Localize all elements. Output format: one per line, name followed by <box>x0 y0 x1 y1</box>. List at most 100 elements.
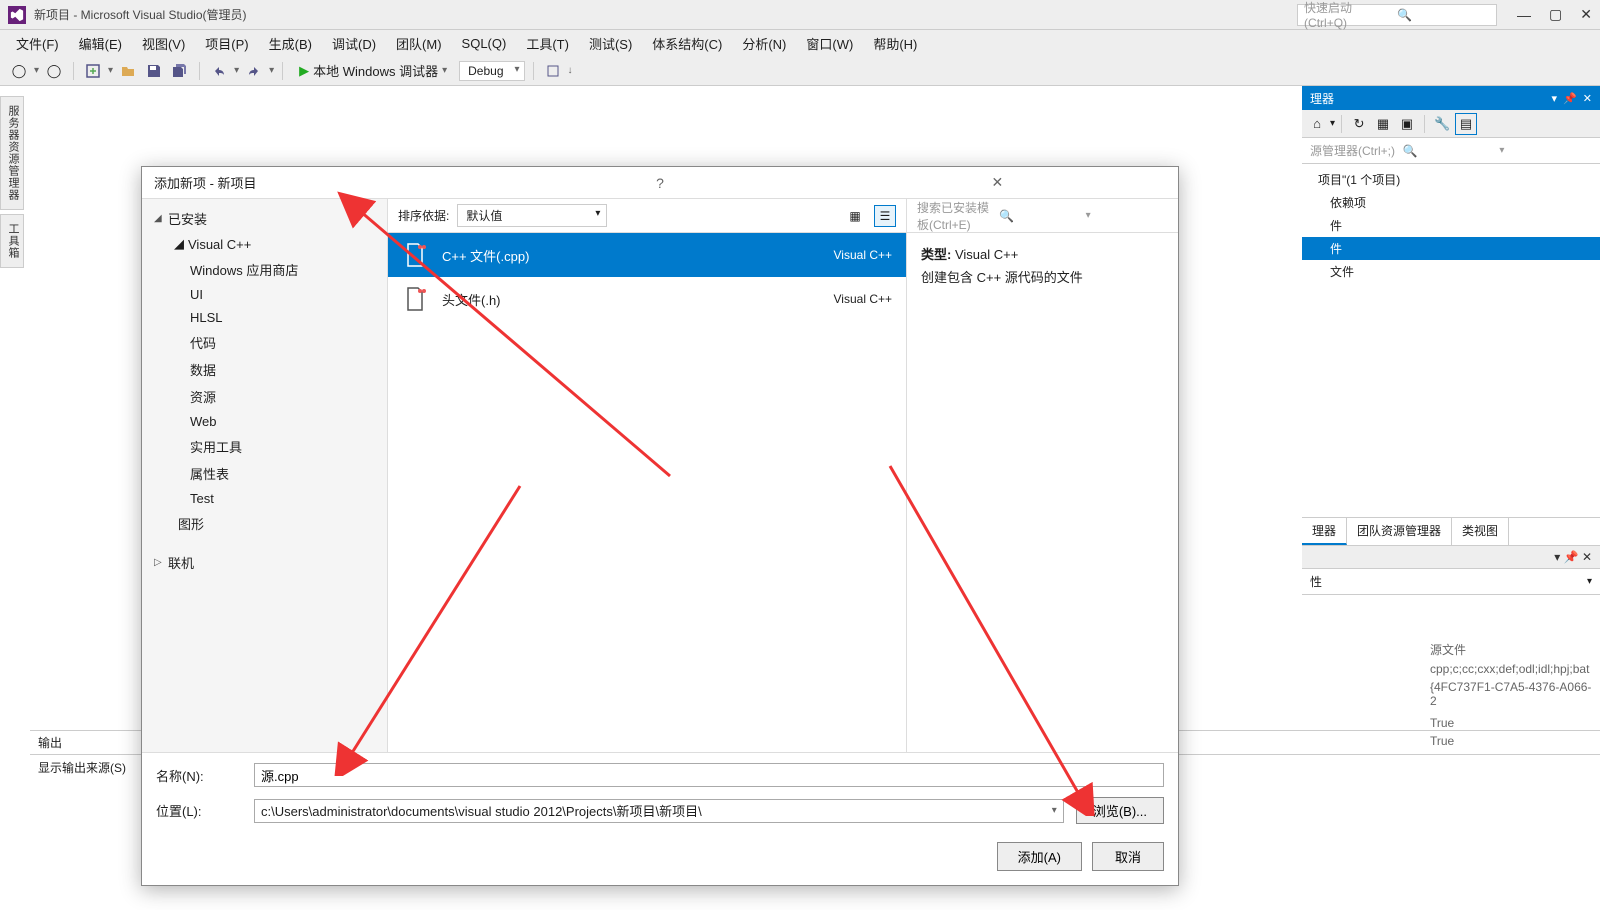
property-row: cpp;c;cc;cxx;def;odl;idl;hpj;bat <box>1302 660 1600 678</box>
minimize-icon[interactable]: — <box>1517 7 1531 23</box>
template-item[interactable]: C++ 文件(.cpp)Visual C++ <box>388 233 906 277</box>
redo-icon[interactable] <box>243 60 265 82</box>
wrench-icon[interactable]: 🔧 <box>1431 113 1453 135</box>
nav-fwd-icon[interactable]: ◯ <box>43 60 65 82</box>
category-item[interactable]: 代码 <box>142 329 387 356</box>
category-item[interactable]: HLSL <box>142 306 387 329</box>
view-small-icons-icon[interactable]: ▦ <box>844 205 866 227</box>
new-project-icon[interactable] <box>82 60 104 82</box>
menu-item[interactable]: SQL(Q) <box>454 34 515 53</box>
save-all-icon[interactable] <box>169 60 191 82</box>
template-info: 类型: Visual C++ 创建包含 C++ 源代码的文件 <box>907 233 1178 300</box>
pin-icon[interactable]: 📌 <box>1563 92 1577 105</box>
close-panel-icon[interactable]: ✕ <box>1583 92 1592 105</box>
panel-tab[interactable]: 类视图 <box>1452 518 1509 545</box>
category-item[interactable]: 属性表 <box>142 460 387 487</box>
solution-search-input[interactable]: 源管理器(Ctrl+;) 🔍 ▾ <box>1302 138 1600 164</box>
panel-tab[interactable]: 理器 <box>1302 518 1347 545</box>
panel-tab[interactable]: 团队资源管理器 <box>1347 518 1452 545</box>
open-icon[interactable] <box>117 60 139 82</box>
close-panel-icon[interactable]: ✕ <box>1582 550 1592 564</box>
tree-item[interactable]: 件 <box>1302 214 1600 237</box>
category-item[interactable]: Test <box>142 487 387 510</box>
location-combo[interactable]: c:\Users\administrator\documents\visual … <box>254 799 1064 823</box>
menu-item[interactable]: 窗口(W) <box>798 32 861 55</box>
dialog-sort-bar: 排序依据: 默认值 ▦ ☰ <box>388 199 906 233</box>
search-icon: 🔍 <box>1403 144 1496 158</box>
save-icon[interactable] <box>143 60 165 82</box>
dropdown-icon[interactable]: ▾ <box>1552 92 1558 105</box>
config-dropdown[interactable]: Debug <box>459 61 524 81</box>
quick-launch-input[interactable]: 快速启动 (Ctrl+Q) 🔍 <box>1297 4 1497 26</box>
category-item[interactable]: Web <box>142 410 387 433</box>
collapse-icon[interactable]: ▣ <box>1396 113 1418 135</box>
sort-dropdown[interactable]: 默认值 <box>457 204 607 227</box>
property-row: {4FC737F1-C7A5-4376-A066-2 <box>1302 678 1600 710</box>
file-icon <box>402 242 428 268</box>
titlebar: 新项目 - Microsoft Visual Studio(管理员) 快速启动 … <box>0 0 1600 30</box>
menu-item[interactable]: 文件(F) <box>8 32 67 55</box>
category-item[interactable]: Windows 应用商店 <box>142 256 387 283</box>
property-row: True <box>1302 714 1600 732</box>
properties-subheader: 性 ▾ <box>1302 569 1600 595</box>
menu-item[interactable]: 团队(M) <box>388 32 450 55</box>
search-icon: 🔍 <box>999 209 1081 223</box>
menu-item[interactable]: 编辑(E) <box>71 32 130 55</box>
search-icon: 🔍 <box>1397 8 1490 22</box>
menu-item[interactable]: 调试(D) <box>324 32 384 55</box>
browse-button[interactable]: 浏览(B)... <box>1076 797 1164 824</box>
dropdown-icon[interactable]: ▾ <box>1554 550 1560 564</box>
dialog-center: 排序依据: 默认值 ▦ ☰ C++ 文件(.cpp)Visual C++头文件(… <box>388 199 906 752</box>
category-item[interactable]: UI <box>142 283 387 306</box>
pin-icon[interactable]: 📌 <box>1564 550 1579 564</box>
menubar: 文件(F)编辑(E)视图(V)项目(P)生成(B)调试(D)团队(M)SQL(Q… <box>0 30 1600 56</box>
template-item[interactable]: 头文件(.h)Visual C++ <box>388 277 906 321</box>
tree-item[interactable]: 依赖项 <box>1302 191 1600 214</box>
solution-tree: 项目"(1 个项目) 依赖项件件文件 <box>1302 164 1600 287</box>
properties-panel: ▾ 📌 ✕ 性 ▾ 源文件cpp;c;cc;cxx;def;odl;idl;hp… <box>1302 545 1600 754</box>
solution-explorer-header: 理器 ▾ 📌 ✕ <box>1302 86 1600 110</box>
show-all-icon[interactable]: ▦ <box>1372 113 1394 135</box>
close-icon[interactable]: ✕ <box>1580 6 1592 23</box>
dialog-right: 搜索已安装模板(Ctrl+E) 🔍 ▾ 类型: Visual C++ 创建包含 … <box>906 199 1178 752</box>
properties-icon[interactable]: ▤ <box>1455 113 1477 135</box>
name-input[interactable] <box>254 763 1164 787</box>
nav-back-icon[interactable]: ◯ <box>8 60 30 82</box>
vertical-tab[interactable]: 服务器资源管理器 <box>0 96 24 210</box>
tree-graphics[interactable]: 图形 <box>142 510 387 537</box>
menu-item[interactable]: 测试(S) <box>581 32 640 55</box>
tree-visual-cpp[interactable]: ◢Visual C++ <box>142 232 387 256</box>
template-search-input[interactable]: 搜索已安装模板(Ctrl+E) 🔍 ▾ <box>907 199 1178 233</box>
name-label: 名称(N): <box>156 766 242 785</box>
tree-online[interactable]: ▷联机 <box>142 549 387 576</box>
category-item[interactable]: 实用工具 <box>142 433 387 460</box>
refresh-icon[interactable]: ↻ <box>1348 113 1370 135</box>
window-controls: — ▢ ✕ <box>1517 6 1592 23</box>
category-item[interactable]: 资源 <box>142 383 387 410</box>
tree-solution[interactable]: 项目"(1 个项目) <box>1302 168 1600 191</box>
vertical-tab[interactable]: 工具箱 <box>0 214 24 268</box>
view-list-icon[interactable]: ☰ <box>874 205 896 227</box>
tree-item[interactable]: 件 <box>1302 237 1600 260</box>
extension-icon[interactable] <box>542 60 564 82</box>
add-button[interactable]: 添加(A) <box>997 842 1082 871</box>
location-label: 位置(L): <box>156 801 242 820</box>
menu-item[interactable]: 体系结构(C) <box>644 32 730 55</box>
menu-item[interactable]: 生成(B) <box>261 32 320 55</box>
dialog-close-icon[interactable]: ✕ <box>829 174 1166 191</box>
help-icon[interactable]: ? <box>491 175 828 191</box>
menu-item[interactable]: 工具(T) <box>518 32 577 55</box>
menu-item[interactable]: 分析(N) <box>734 32 794 55</box>
maximize-icon[interactable]: ▢ <box>1549 6 1562 23</box>
tree-installed[interactable]: ◢已安装 <box>142 205 387 232</box>
category-item[interactable]: 数据 <box>142 356 387 383</box>
home-icon[interactable]: ⌂ <box>1306 113 1328 135</box>
tree-item[interactable]: 文件 <box>1302 260 1600 283</box>
properties-header: ▾ 📌 ✕ <box>1302 545 1600 569</box>
menu-item[interactable]: 帮助(H) <box>865 32 925 55</box>
cancel-button[interactable]: 取消 <box>1092 842 1164 871</box>
menu-item[interactable]: 项目(P) <box>197 32 256 55</box>
undo-icon[interactable] <box>208 60 230 82</box>
menu-item[interactable]: 视图(V) <box>134 32 193 55</box>
start-debug-button[interactable]: ▶ 本地 Windows 调试器 ▾ <box>291 59 455 82</box>
